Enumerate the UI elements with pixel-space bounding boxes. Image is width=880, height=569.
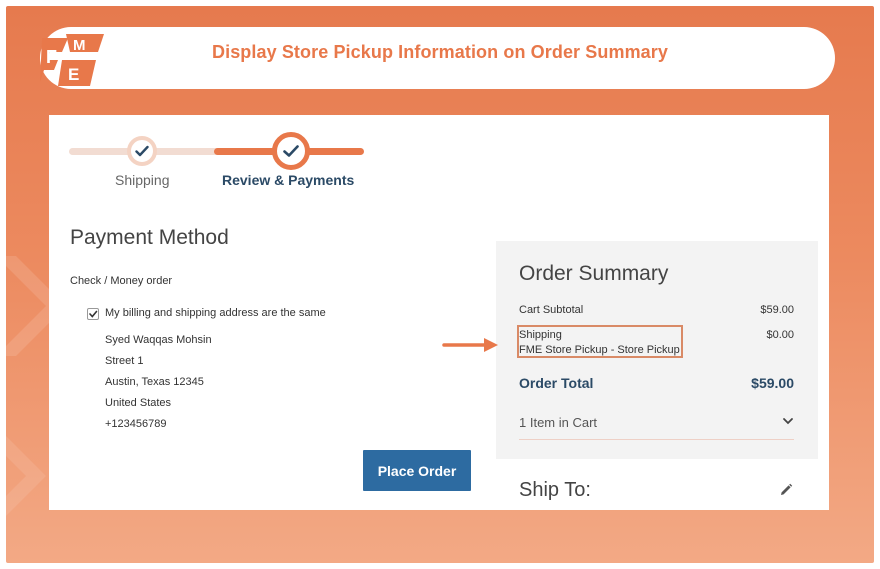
address-street: Street 1 (105, 355, 144, 367)
items-in-cart-toggle[interactable]: 1 Item in Cart (519, 415, 597, 430)
payment-method-option[interactable]: Check / Money order (70, 275, 172, 287)
shipping-method-name: FME Store Pickup - Store Pickup (519, 344, 680, 356)
pencil-icon[interactable] (779, 483, 793, 497)
step-review-indicator (272, 132, 310, 170)
check-icon (283, 145, 299, 157)
cart-subtotal-value: $59.00 (760, 304, 794, 316)
check-icon (89, 310, 98, 318)
same-address-label[interactable]: My billing and shipping address are the … (105, 307, 326, 319)
chevron-down-icon[interactable] (782, 415, 794, 427)
shipping-value: $0.00 (766, 329, 794, 341)
logo-letter-m: M (73, 37, 86, 54)
fme-logo: F M E (40, 30, 108, 90)
place-order-button[interactable]: Place Order (363, 450, 471, 491)
payment-method-title: Payment Method (70, 226, 229, 249)
address-city: Austin, Texas 12345 (105, 376, 204, 388)
shipping-label: Shipping (519, 329, 562, 341)
order-summary-panel: Order Summary Cart Subtotal $59.00 Shipp… (496, 241, 818, 459)
step-shipping-indicator[interactable] (127, 136, 157, 166)
arrow-right-icon (442, 338, 498, 352)
cart-subtotal-label: Cart Subtotal (519, 304, 584, 316)
step-shipping-label[interactable]: Shipping (115, 172, 170, 188)
page-title: Display Store Pickup Information on Orde… (212, 42, 668, 62)
same-address-checkbox[interactable] (87, 308, 99, 320)
ship-to-title: Ship To: (519, 479, 591, 501)
order-summary-title: Order Summary (519, 262, 669, 285)
step-review-label: Review & Payments (222, 172, 355, 188)
order-total-label: Order Total (519, 375, 594, 391)
items-divider (519, 439, 794, 440)
order-total-value: $59.00 (751, 375, 794, 391)
logo-letter-e: E (68, 65, 79, 84)
check-icon (135, 145, 149, 157)
checkout-card: Shipping Review & Payments Payment Metho… (49, 115, 829, 510)
logo-letter-f: F (46, 47, 57, 67)
address-phone: +123456789 (105, 418, 167, 430)
address-country: United States (105, 397, 172, 409)
address-name: Syed Waqqas Mohsin (105, 334, 212, 346)
